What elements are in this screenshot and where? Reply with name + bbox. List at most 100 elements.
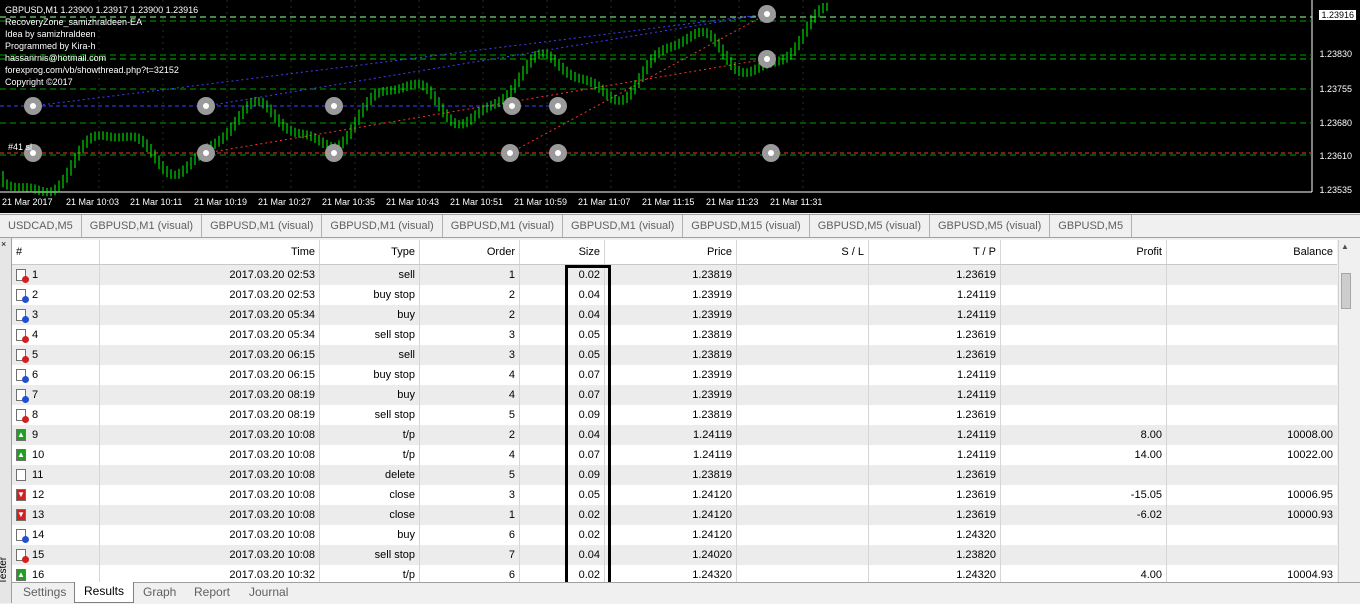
cell-tp: 1.23619 [869,265,1001,285]
table-row[interactable]: 1 2017.03.20 02:53 sell 1 0.02 1.23819 1.23619 [12,265,1337,285]
cell-time: 2017.03.20 08:19 [100,405,320,425]
price-current-label: 1.23916 [1319,10,1356,20]
time-axis-label: 21 Mar 10:51 [450,197,504,207]
column-header[interactable]: Time [100,240,320,264]
price-axis-label: 1.23535 [1319,185,1352,195]
tester-tabs: Settings Results Graph Report Journal [12,582,1360,604]
sell-stop-icon [16,409,29,424]
tab-settings[interactable]: Settings [14,583,75,601]
time-axis-label: 21 Mar 11:15 [642,197,695,207]
table-row[interactable]: 11 2017.03.20 10:08 delete 5 0.09 1.23819 1.23… [12,465,1337,485]
chart-tab[interactable]: GBPUSD,M5 (visual) [810,215,930,237]
close-loss-icon: ▼ [16,489,26,502]
table-row[interactable]: 7 2017.03.20 08:19 buy 4 0.07 1.23919 1.24119 [12,385,1337,405]
time-axis-label: 21 Mar 11:07 [578,197,631,207]
cell-profit [1001,325,1167,345]
scroll-thumb[interactable] [1341,273,1351,309]
table-row[interactable]: 3 2017.03.20 05:34 buy 2 0.04 1.23919 1.24119 [12,305,1337,325]
cell-price: 1.23819 [605,345,737,365]
cell-type: t/p [320,425,420,445]
ea-email: hassanrnis@hotmail.com [5,53,107,63]
table-row[interactable]: 4 2017.03.20 05:34 sell stop 3 0.05 1.23819 1.… [12,325,1337,345]
table-row[interactable]: ▼ 12 2017.03.20 10:08 close 3 0.05 1.24120 1.23… [12,485,1337,505]
row-number: 12 [32,489,45,501]
cell-sl [737,325,869,345]
table-row[interactable]: 14 2017.03.20 10:08 buy 6 0.02 1.24120 1.24320 [12,525,1337,545]
chart-tabs-bar: USDCAD,M5 GBPUSD,M1 (visual) GBPUSD,M1 (vi… [0,214,1360,238]
table-row[interactable]: 6 2017.03.20 06:15 buy stop 4 0.07 1.23919 1.2… [12,365,1337,385]
column-header[interactable]: Profit [1001,240,1167,264]
price-chart[interactable]: GBPUSD,M1 1.23900 1.23917 1.23900 1.2391… [0,0,1360,213]
cell-price: 1.23919 [605,365,737,385]
time-axis-label: 21 Mar 10:59 [514,197,568,207]
close-icon[interactable]: × [1,240,6,249]
vertical-scrollbar[interactable]: ▲ [1338,240,1353,582]
cell-profit [1001,545,1167,565]
table-row[interactable]: 8 2017.03.20 08:19 sell stop 5 0.09 1.23819 1.… [12,405,1337,425]
cell-balance: 10000.93 [1287,509,1333,521]
cell-type: sell [320,265,420,285]
chart-tab[interactable]: GBPUSD,M1 (visual) [82,215,203,237]
chart-tab[interactable]: GBPUSD,M1 (visual) [202,215,323,237]
column-header[interactable]: # [12,240,100,264]
cell-tp: 1.23820 [869,545,1001,565]
column-header[interactable]: Balance [1167,240,1337,264]
time-axis-label: 21 Mar 10:11 [130,197,183,207]
column-header[interactable]: Price [605,240,737,264]
cell-sl [737,265,869,285]
cell-tp: 1.24119 [869,285,1001,305]
cell-price: 1.23819 [605,465,737,485]
chart-tab[interactable]: GBPUSD,M1 (visual) [443,215,563,237]
cell-tp: 1.23619 [869,505,1001,525]
cell-profit: -15.05 [1001,485,1167,505]
row-number: 8 [32,409,39,421]
cell-type: t/p [320,445,420,465]
cell-num: 8 [12,405,100,425]
cell-type: close [320,485,420,505]
chart-tab[interactable]: GBPUSD,M5 [1050,215,1133,237]
table-row[interactable]: 15 2017.03.20 10:08 sell stop 7 0.04 1.24020 1… [12,545,1337,565]
table-row[interactable]: 5 2017.03.20 06:15 sell 3 0.05 1.23819 1.23619 [12,345,1337,365]
column-header[interactable]: Order [420,240,520,264]
cell-order: 4 [420,385,520,405]
table-row[interactable]: ▼ 13 2017.03.20 10:08 close 1 0.02 1.24120 1.23… [12,505,1337,525]
column-header[interactable]: Size [520,240,605,264]
chart-tab[interactable]: USDCAD,M5 [0,215,82,237]
cell-price: 1.23919 [605,385,737,405]
trade-marker-center [30,103,36,109]
tab-graph[interactable]: Graph [134,583,185,601]
cell-balance [1167,465,1337,485]
delete-icon [16,469,26,482]
tab-report[interactable]: Report [185,583,239,601]
cell-type: sell [320,345,420,365]
trade-marker-center [331,150,337,156]
trade-marker-center [764,11,770,17]
table-row[interactable]: ▲ 9 2017.03.20 10:08 t/p 2 0.04 1.24119 1.24119… [12,425,1337,445]
column-header[interactable]: T / P [869,240,1001,264]
tab-journal[interactable]: Journal [240,583,297,601]
cell-type: buy stop [320,365,420,385]
cell-num: 4 [12,325,100,345]
cell-sl [737,405,869,425]
cell-num: 11 [12,465,100,485]
cell-price: 1.24119 [605,425,737,445]
row-number: 14 [32,529,45,541]
ohlc-readout: GBPUSD,M1 1.23900 1.23917 1.23900 1.2391… [5,5,199,15]
table-row[interactable]: 2 2017.03.20 02:53 buy stop 2 0.04 1.23919 1.2… [12,285,1337,305]
chart-tab[interactable]: GBPUSD,M15 (visual) [683,215,810,237]
table-row[interactable]: ▲ 10 2017.03.20 10:08 t/p 4 0.07 1.24119 1.2411… [12,445,1337,465]
ea-url: forexprog.com/vb/showthread.php?t=32152 [5,65,179,75]
chart-tab[interactable]: GBPUSD,M5 (visual) [930,215,1051,237]
column-header[interactable]: Type [320,240,420,264]
column-header[interactable]: S / L [737,240,869,264]
cell-sl [737,485,869,505]
chart-tab[interactable]: GBPUSD,M1 (visual) [563,215,684,237]
cell-balance [1167,525,1337,545]
table-header: # Time Type Order Size Price S / L T / P… [12,240,1337,265]
cell-num: 2 [12,285,100,305]
chart-tab[interactable]: GBPUSD,M1 (visual) [322,215,443,237]
tab-results[interactable]: Results [74,582,135,603]
size-column-highlight [565,265,611,586]
row-number: 7 [32,389,39,401]
scroll-up-icon[interactable]: ▲ [1341,242,1349,251]
